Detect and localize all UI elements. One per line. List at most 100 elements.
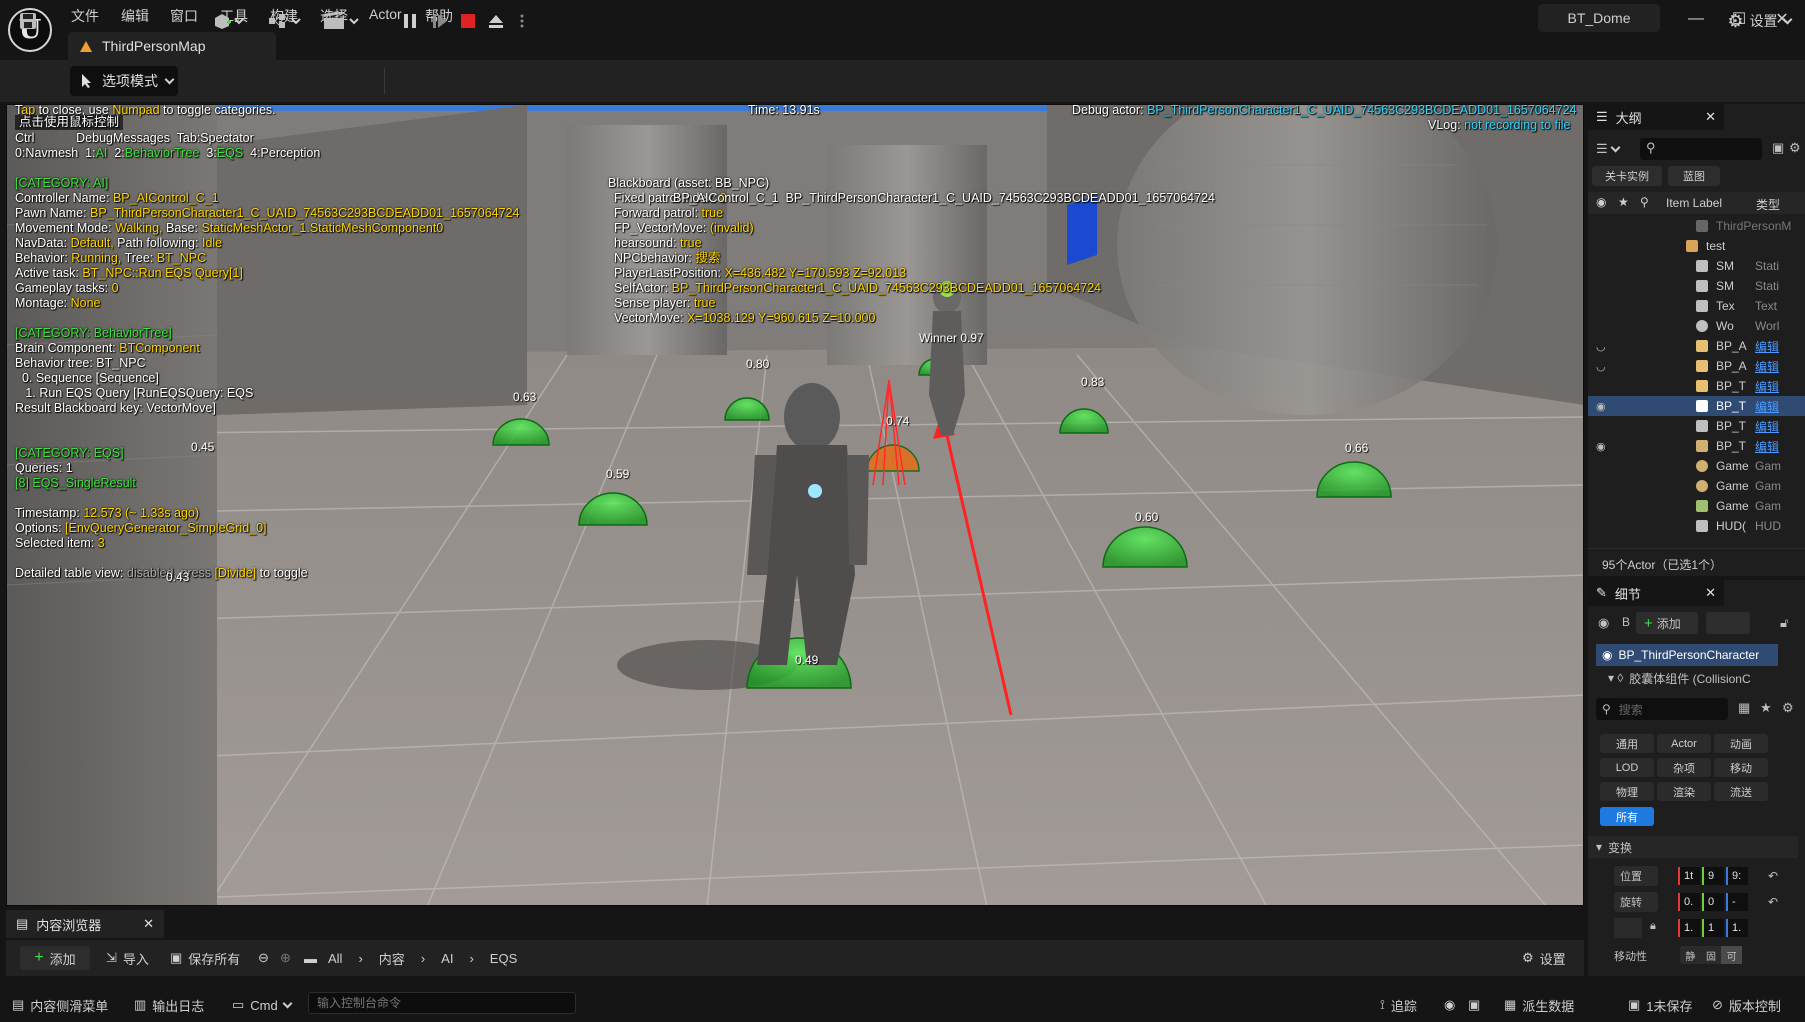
filter-all[interactable]: 所有: [1600, 807, 1654, 826]
edit-blueprint-link[interactable]: 编辑: [1755, 338, 1779, 355]
filter-physics[interactable]: 物理: [1600, 782, 1654, 801]
trace-button[interactable]: ⟟ 追踪: [1380, 994, 1417, 1016]
add-component-button[interactable]: + 添加: [1636, 612, 1698, 634]
filter-lod[interactable]: LOD: [1600, 758, 1654, 777]
pause-button[interactable]: [398, 7, 422, 35]
close-icon[interactable]: ✕: [143, 916, 154, 932]
component-row[interactable]: ▾ ◊ 胶囊体组件 (CollisionC: [1608, 668, 1780, 688]
list-item-selected[interactable]: BP_T: [1716, 399, 1746, 413]
console-command-input[interactable]: [308, 992, 576, 1014]
content-browser-tab[interactable]: ▤ 内容浏览器 ✕: [6, 910, 164, 938]
filter-rendering[interactable]: 渲染: [1657, 782, 1711, 801]
filter-animation[interactable]: 动画: [1714, 734, 1768, 753]
more-options-icon[interactable]: [516, 7, 528, 35]
list-item[interactable]: SM: [1716, 259, 1734, 273]
edit-blueprint-link[interactable]: 编辑: [1755, 378, 1779, 395]
folder-add-icon[interactable]: ▣: [1772, 140, 1784, 156]
reset-icon[interactable]: ↶: [1768, 895, 1778, 909]
save-icon[interactable]: [16, 7, 40, 35]
stop-button[interactable]: [456, 7, 480, 35]
rotation-z-field[interactable]: -: [1726, 893, 1748, 911]
location-x-field[interactable]: 1t: [1678, 867, 1700, 885]
import-button[interactable]: ⇲ 导入: [106, 946, 149, 970]
rotation-dropdown[interactable]: 旋转: [1614, 892, 1658, 912]
transform-section[interactable]: ▾ 变换: [1588, 836, 1798, 858]
column-item-label[interactable]: Item Label: [1666, 196, 1722, 210]
rotation-y-field[interactable]: 0: [1702, 893, 1724, 911]
edit-blueprint-link[interactable]: 编辑: [1755, 358, 1779, 375]
edit-blueprint-link[interactable]: 编辑: [1755, 418, 1779, 435]
location-z-field[interactable]: 9:: [1726, 867, 1748, 885]
source-control-button[interactable]: ⊘ 版本控制: [1712, 994, 1781, 1016]
scale-dropdown[interactable]: [1614, 918, 1642, 938]
reset-icon[interactable]: ↶: [1768, 869, 1778, 883]
close-icon[interactable]: ✕: [1705, 109, 1716, 125]
edit-blueprint-link[interactable]: 编辑: [1755, 438, 1779, 455]
menu-file[interactable]: 文件: [71, 6, 99, 26]
back-button[interactable]: ⊖: [258, 946, 269, 970]
rotation-x-field[interactable]: 0.: [1678, 893, 1700, 911]
level-instance-button[interactable]: 关卡实例: [1592, 166, 1662, 186]
frame-skip-button[interactable]: [428, 7, 452, 35]
mobility-movable[interactable]: 可: [1721, 946, 1743, 964]
list-item[interactable]: ThirdPersonM: [1716, 219, 1791, 233]
list-item[interactable]: SM: [1716, 279, 1734, 293]
add-button[interactable]: + 添加: [20, 946, 90, 970]
output-log-button[interactable]: ▥ 输出日志: [134, 994, 204, 1016]
content-drawer-button[interactable]: ▤ 内容侧滑菜单: [12, 994, 108, 1016]
folder-icon[interactable]: ▬: [304, 946, 317, 970]
cmd-dropdown[interactable]: ▭ Cmd: [232, 994, 293, 1016]
level-viewport[interactable]: Tap to close, use Numpad to toggle categ…: [6, 104, 1584, 906]
selected-actor-row[interactable]: ◉ BP_ThirdPersonCharacter: [1596, 644, 1778, 666]
filter-movement[interactable]: 移动: [1714, 758, 1768, 777]
outliner-search-input[interactable]: ⚲: [1640, 138, 1762, 160]
table-icon[interactable]: ▦: [1738, 700, 1750, 716]
eye-icon[interactable]: ◉: [1596, 400, 1606, 413]
eye-closed-icon[interactable]: ◡: [1596, 340, 1606, 353]
list-item[interactable]: test: [1706, 239, 1725, 253]
menu-window[interactable]: 窗口: [170, 6, 198, 26]
breadcrumb-all[interactable]: All: [328, 951, 342, 966]
derived-data-button[interactable]: ▦ 派生数据: [1504, 994, 1574, 1016]
details-tab[interactable]: ✎ 细节 ✕: [1588, 580, 1724, 606]
gear-icon[interactable]: ⚙: [1789, 140, 1801, 156]
eject-button[interactable]: [484, 7, 508, 35]
list-item[interactable]: Game: [1716, 479, 1749, 493]
cb-settings-button[interactable]: ⚙ 设置: [1522, 946, 1566, 970]
list-item[interactable]: BP_T: [1716, 379, 1746, 393]
eye-icon[interactable]: ◉: [1596, 440, 1606, 453]
list-item[interactable]: BP_A: [1716, 339, 1747, 353]
list-item[interactable]: BP_T: [1716, 419, 1746, 433]
mobility-toggle[interactable]: 静 固 可: [1680, 946, 1743, 964]
list-item[interactable]: HUD(: [1716, 519, 1746, 533]
animation-section[interactable]: 动画: [1614, 974, 1636, 976]
list-item[interactable]: Wo: [1716, 319, 1734, 333]
save-all-button[interactable]: ▣ 保存所有: [170, 946, 240, 970]
cinematics-button[interactable]: [320, 7, 364, 35]
filter-general[interactable]: 通用: [1600, 734, 1654, 753]
column-type[interactable]: 类型: [1756, 196, 1780, 213]
list-item[interactable]: BP_A: [1716, 359, 1747, 373]
lock-icon[interactable]: 🔓︎: [1780, 615, 1788, 631]
location-y-field[interactable]: 9: [1702, 867, 1724, 885]
screenshot-icon[interactable]: ▣: [1468, 994, 1480, 1016]
lock-icon[interactable]: 🔒︎: [1650, 920, 1656, 933]
list-item[interactable]: Tex: [1716, 299, 1735, 313]
forward-button[interactable]: ⊕: [280, 946, 291, 970]
minimize-button[interactable]: —: [1676, 6, 1716, 32]
edit-blueprint-link[interactable]: 编辑: [1755, 398, 1779, 415]
mobility-static[interactable]: 静: [1680, 946, 1701, 964]
filter-streaming[interactable]: 流送: [1714, 782, 1768, 801]
eye-icon[interactable]: ◉: [1596, 195, 1606, 209]
details-search-input[interactable]: ⚲ 搜索: [1596, 698, 1728, 720]
breadcrumb-content[interactable]: 内容: [379, 949, 405, 968]
star-icon[interactable]: ★: [1760, 700, 1772, 716]
gear-icon[interactable]: ⚙: [1782, 700, 1794, 716]
add-actor-button[interactable]: [210, 7, 250, 35]
tab-third-person-map[interactable]: ThirdPersonMap: [68, 32, 276, 60]
breadcrumb-eqs[interactable]: EQS: [490, 951, 517, 966]
pin-icon[interactable]: ⚲: [1640, 195, 1649, 209]
blueprint-button[interactable]: [266, 7, 306, 35]
filter-misc[interactable]: 杂项: [1657, 758, 1711, 777]
scale-z-field[interactable]: 1.: [1726, 919, 1748, 937]
